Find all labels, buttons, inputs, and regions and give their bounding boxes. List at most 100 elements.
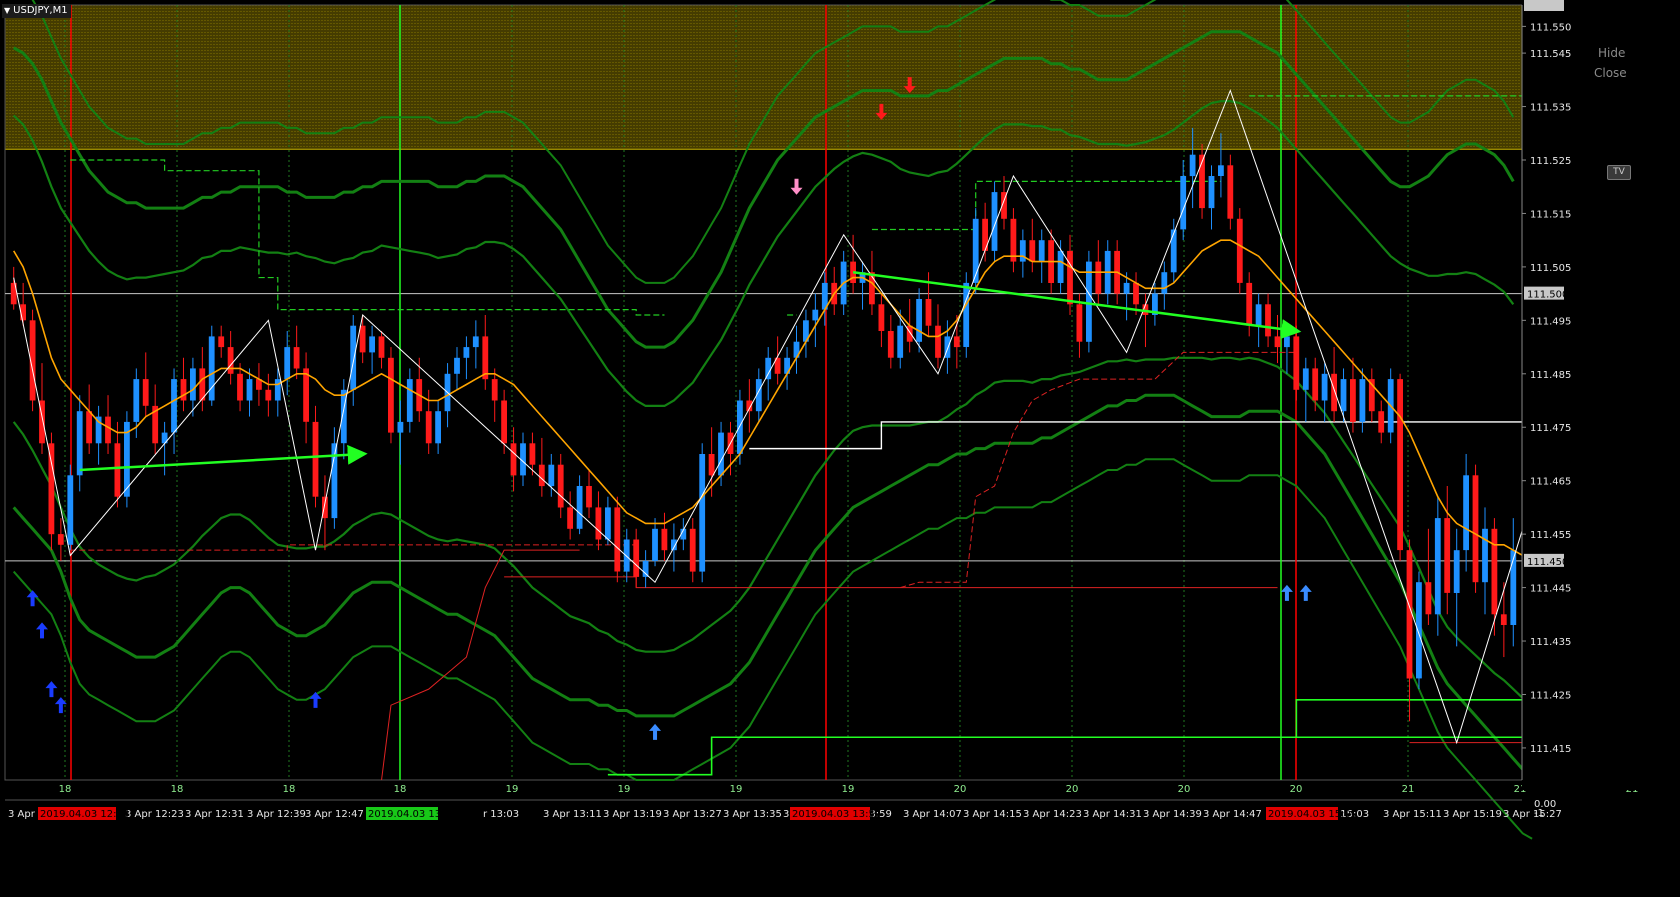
green-dashed-step [70, 159, 665, 316]
candle-body [1350, 379, 1356, 422]
candle-body [718, 432, 724, 476]
candle-body [133, 379, 140, 422]
price-tick-label: 111.465 [1530, 477, 1571, 488]
candle-body [652, 528, 658, 561]
time-tick-label: 3 Apr 14:31 [1083, 809, 1142, 820]
candle-body [105, 416, 111, 444]
candle-body [557, 464, 564, 508]
day-label: 18 [171, 784, 184, 795]
price-tick-label: 111.425 [1530, 690, 1571, 701]
candle-body [114, 443, 121, 497]
time-tick-label: 3 Apr 15:27 [1503, 809, 1562, 820]
lower-mid-band [12, 356, 1533, 703]
up-arrow-signal-icon [309, 691, 322, 708]
candle-body [765, 357, 772, 380]
trend-arrow [79, 444, 368, 472]
day-label: 21 [1402, 784, 1415, 795]
candle-body [208, 336, 215, 401]
up-arrow-signal-icon [45, 681, 58, 698]
time-tick-label: r 13:03 [483, 809, 519, 820]
candle-body [1416, 582, 1422, 679]
up-arrow-signal-icon [649, 723, 662, 740]
candle-body [1434, 518, 1441, 615]
price-tick-label: 111.445 [1530, 584, 1571, 595]
candle-body [1265, 304, 1271, 337]
candle-body [1019, 240, 1026, 262]
candle-body [171, 379, 177, 433]
signal-arrows-layer [26, 77, 1312, 740]
lower-band [12, 393, 1533, 777]
candle-body [1010, 218, 1017, 262]
time-axis[interactable]: 3 Apr 23 Apr 12:23 3 Apr 12:31 3 Apr 12:39… [5, 799, 1562, 820]
candle-body [463, 347, 470, 358]
candle-body [237, 373, 243, 401]
candle-body [1500, 614, 1507, 625]
candle-body [293, 347, 300, 369]
candle-body [406, 379, 413, 422]
step-lines-layer [70, 95, 1524, 781]
candle-body [538, 464, 545, 487]
symbol-title-text: USDJPY,M1 [13, 5, 68, 16]
candle-body [529, 443, 536, 465]
candle-body [1425, 582, 1432, 615]
price-tick-label: 111.415 [1530, 744, 1571, 755]
candle-body [435, 411, 441, 444]
candle-body [454, 357, 460, 374]
candle-body [1218, 165, 1224, 176]
hide-button[interactable]: Hide [1598, 46, 1625, 60]
price-tick-label: 111.525 [1530, 156, 1571, 167]
candle-body [548, 464, 555, 487]
candle-body [1123, 282, 1130, 294]
candle-body [265, 389, 272, 401]
candle-body [576, 486, 583, 529]
time-tick-label: 3 Apr 12:39 [247, 809, 306, 820]
candle-body [1227, 165, 1234, 219]
candle-body [1302, 368, 1309, 390]
chart-window[interactable]: 181818181919191920202020212121 111.55011… [0, 0, 1680, 897]
candle-body [1029, 240, 1036, 262]
candle-body [1463, 475, 1469, 551]
price-axis[interactable]: 111.550 111.545 111.535 111.525 111.515 111.5… [1521, 0, 1680, 819]
candle-body [1236, 218, 1243, 283]
candle-body [1038, 240, 1045, 262]
price-axis-bg [1522, 0, 1680, 790]
time-tick-label: 3 Apr 13:19 [603, 809, 662, 820]
candle-body [1453, 550, 1460, 593]
price-tick-label: 111.545 [1530, 49, 1571, 60]
candle-body [642, 560, 649, 577]
time-marker-label: 2019.04.03 15:00 [1268, 809, 1357, 820]
red-support-line [504, 576, 1278, 589]
up-arrow-signal-icon [36, 622, 49, 639]
candle-body [689, 528, 696, 572]
candle-body [482, 336, 489, 380]
candle-body [180, 379, 187, 401]
price-tick-label: 111.515 [1530, 209, 1571, 220]
candle-body [246, 379, 253, 401]
candle-body [916, 299, 922, 342]
candle-body [708, 454, 715, 476]
symbol-title[interactable]: ▼ USDJPY,M1 [2, 4, 71, 18]
tv-button[interactable]: TV [1607, 165, 1631, 180]
day-label: 18 [59, 784, 72, 795]
price-chart[interactable]: 181818181919191920202020212121 111.55011… [0, 0, 1680, 897]
day-labels-layer: 181818181919191920202020212121 [59, 784, 1639, 795]
candle-body [1057, 250, 1064, 283]
time-tick-label: 3 Apr 14:39 [1143, 809, 1202, 820]
candle-body [1406, 550, 1413, 679]
red-trailing-curve [381, 549, 580, 781]
candle-body [86, 411, 92, 444]
day-label: 19 [506, 784, 519, 795]
candle-body [227, 347, 234, 374]
close-button[interactable]: Close [1594, 66, 1627, 80]
candle-body [1331, 373, 1337, 412]
candle-body [661, 528, 668, 551]
candle-body [1180, 176, 1187, 230]
red-dashed-support [70, 544, 637, 551]
time-tick-label: 3 Apr 13:11 [543, 809, 602, 820]
candle-body [142, 379, 149, 406]
candle-body [1189, 154, 1196, 177]
menu-triangle-icon[interactable]: ▼ [4, 6, 10, 15]
time-tick-label: 3 Apr 13:35 [723, 809, 782, 820]
candle-body [1312, 368, 1319, 401]
candle-body [1359, 379, 1366, 422]
